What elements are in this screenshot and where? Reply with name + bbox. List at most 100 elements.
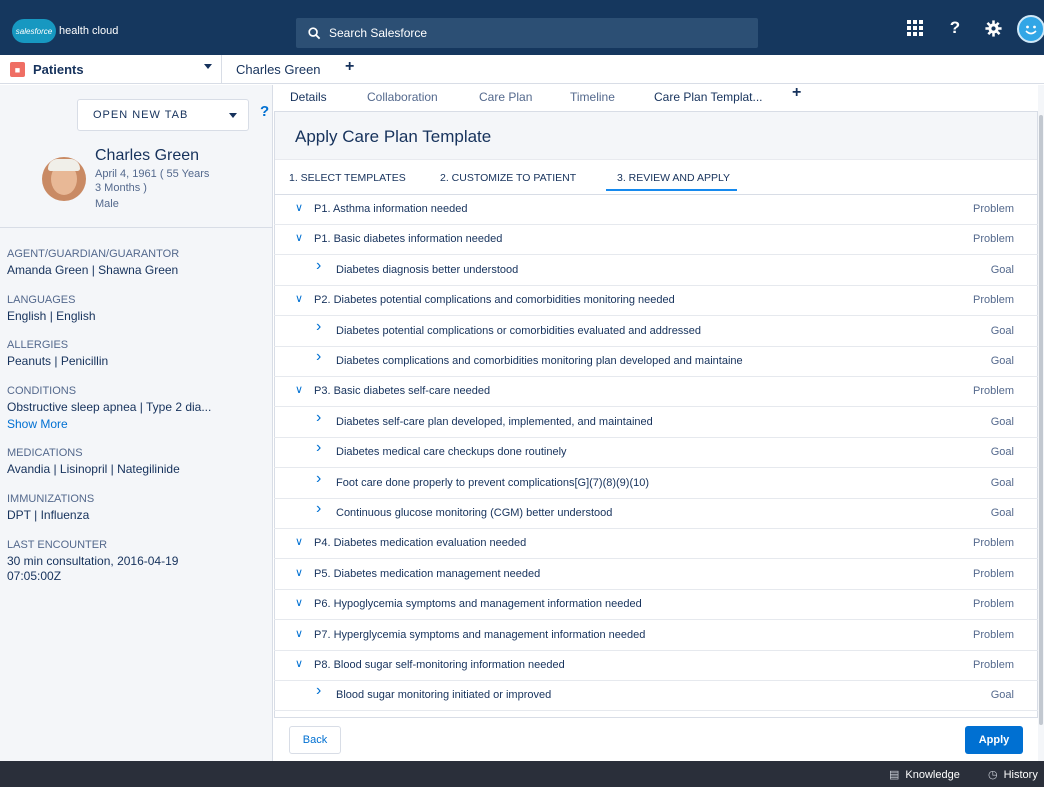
chevron-right-icon[interactable]: › <box>316 440 326 456</box>
global-search-input[interactable]: Search Salesforce <box>296 18 758 48</box>
row-label: P3. Basic diabetes self-care needed <box>314 385 491 398</box>
help-icon[interactable]: ? <box>946 18 964 37</box>
field-label-agent: AGENT/GUARDIAN/GUARANTOR <box>7 248 180 260</box>
chevron-down-icon <box>229 113 237 118</box>
row-type: Problem <box>973 233 1014 246</box>
row-label: Blood sugar monitoring initiated or impr… <box>336 689 552 702</box>
chevron-right-icon[interactable]: › <box>316 318 326 334</box>
scrollbar[interactable] <box>1038 85 1044 761</box>
patient-sidebar: OPEN NEW TAB ? Charles Green April 4, 19… <box>0 85 273 761</box>
row-type: Goal <box>990 355 1014 367</box>
goal-row[interactable]: › Blood sugar monitoring initiated or imp… <box>274 681 1038 712</box>
chevron-right-icon[interactable]: › <box>316 501 326 517</box>
book-icon: ▤ <box>889 769 900 781</box>
app-launcher-icon[interactable] <box>906 19 924 37</box>
setup-gear-icon[interactable] <box>984 19 1002 37</box>
user-avatar-icon[interactable] <box>1017 15 1044 43</box>
row-type: Goal <box>990 446 1014 459</box>
add-tab-icon[interactable]: + <box>345 58 354 76</box>
goal-row[interactable]: › Diabetes medical care checkups done rou… <box>274 438 1038 469</box>
problem-row[interactable]: ∨ P6. Hypoglycemia symptoms and managemen… <box>274 590 1038 621</box>
tab-timeline[interactable]: Timeline <box>570 90 615 104</box>
field-value-languages: English | English <box>7 309 96 323</box>
history-button[interactable]: ◷ History <box>988 768 1038 782</box>
workspace-tab-bar: ■ Patients Charles Green + <box>0 55 1044 84</box>
chevron-right-icon[interactable]: › <box>316 349 326 365</box>
problem-row[interactable]: ∨ P4. Diabetes medication evaluation need… <box>274 529 1038 560</box>
row-type: Problem <box>973 659 1014 671</box>
chevron-right-icon[interactable]: › <box>316 257 326 273</box>
chevron-down-icon[interactable]: ∨ <box>295 628 305 639</box>
row-type: Goal <box>990 263 1014 276</box>
problem-row[interactable]: ∨ P2. Diabetes potential complications an… <box>274 286 1038 317</box>
problem-row[interactable]: ∨ P1. Basic diabetes information needed Pr… <box>274 225 1038 256</box>
field-value-conditions: Obstructive sleep apnea | Type 2 dia... <box>7 400 212 414</box>
problem-row[interactable]: ∨ P1. Asthma information needed Problem <box>274 195 1038 225</box>
open-new-tab-button[interactable]: OPEN NEW TAB <box>77 99 249 131</box>
row-type: Goal <box>990 507 1014 519</box>
problem-row[interactable]: ∨ P7. Hyperglycemia symptoms and manageme… <box>274 621 1038 651</box>
record-tabs: Details Collaboration Care Plan Timeline… <box>274 84 1044 110</box>
chevron-down-icon[interactable]: ∨ <box>295 537 305 548</box>
row-type: Goal <box>990 476 1014 489</box>
field-label-allergies: ALLERGIES <box>7 339 69 351</box>
step-select-templates[interactable]: 1. SELECT TEMPLATES <box>289 172 406 184</box>
salesforce-logo[interactable]: salesforce health cloud <box>12 19 118 43</box>
goal-row[interactable]: › Diabetes diagnosis better understood Goa… <box>274 256 1038 286</box>
chevron-down-icon[interactable]: ∨ <box>295 598 305 609</box>
problem-row[interactable]: ∨ P5. Diabetes medication management need… <box>274 560 1038 590</box>
chevron-down-icon[interactable]: ∨ <box>295 294 305 305</box>
row-label: P8. Blood sugar self-monitoring informat… <box>314 659 565 671</box>
chevron-down-icon[interactable]: ∨ <box>295 203 305 214</box>
row-label: P4. Diabetes medication evaluation neede… <box>314 537 527 550</box>
clock-icon: ◷ <box>988 769 998 781</box>
tab-care-plan-template[interactable]: Care Plan Templat... <box>654 90 763 104</box>
patient-dob: April 4, 1961 ( 55 Years <box>95 168 210 180</box>
chevron-right-icon[interactable]: › <box>316 470 326 486</box>
tab-care-plan[interactable]: Care Plan <box>479 90 532 104</box>
field-value-medications: Avandia | Lisinopril | Nategilinide <box>7 462 180 476</box>
field-label-medications: MEDICATIONS <box>7 447 83 459</box>
workspace-tab-patients[interactable]: ■ Patients <box>0 55 222 84</box>
step-review-apply[interactable]: 3. REVIEW AND APPLY <box>617 172 730 184</box>
goal-row[interactable]: › Diabetes potential complications or com… <box>274 317 1038 347</box>
chevron-down-icon[interactable]: ∨ <box>295 659 305 670</box>
field-label-last-encounter: LAST ENCOUNTER <box>7 539 108 551</box>
patient-name: Charles Green <box>95 147 200 164</box>
chevron-down-icon[interactable] <box>204 64 212 69</box>
chevron-right-icon[interactable]: › <box>316 683 326 699</box>
goal-row[interactable]: › Diabetes self-care plan developed, impl… <box>274 408 1038 438</box>
chevron-down-icon[interactable]: ∨ <box>295 233 305 244</box>
field-value-allergies: Peanuts | Penicillin <box>7 354 109 368</box>
row-label: Continuous glucose monitoring (CGM) bett… <box>336 507 613 519</box>
goal-row[interactable]: › Diabetes complications and comorbiditie… <box>274 347 1038 377</box>
add-tab-icon[interactable]: + <box>792 84 801 102</box>
chevron-down-icon[interactable]: ∨ <box>295 567 305 578</box>
help-icon[interactable]: ? <box>260 103 269 120</box>
row-type: Problem <box>973 628 1014 641</box>
row-label: Foot care done properly to prevent compl… <box>336 476 650 489</box>
row-label: Diabetes diagnosis better understood <box>336 263 519 276</box>
row-type: Problem <box>973 537 1014 550</box>
goal-row[interactable]: › Foot care done properly to prevent comp… <box>274 469 1038 499</box>
back-button[interactable]: Back <box>289 726 341 754</box>
problem-row[interactable]: ∨ P3. Basic diabetes self-care needed Prob… <box>274 377 1038 408</box>
app-name: health cloud <box>59 25 119 37</box>
knowledge-button[interactable]: ▤ Knowledge <box>889 768 960 782</box>
show-more-link[interactable]: Show More <box>7 417 68 431</box>
row-label: P6. Hypoglycemia symptoms and management… <box>314 598 642 611</box>
step-customize[interactable]: 2. CUSTOMIZE TO PATIENT <box>440 172 576 184</box>
utility-bar: ▤ Knowledge ◷ History <box>0 761 1044 787</box>
tab-collaboration[interactable]: Collaboration <box>367 90 438 104</box>
subtab-charles-green[interactable]: Charles Green <box>236 62 321 77</box>
row-label: P2. Diabetes potential complications and… <box>314 294 675 307</box>
patient-avatar <box>42 157 86 201</box>
chevron-down-icon[interactable]: ∨ <box>295 385 305 396</box>
row-label: Diabetes potential complications or como… <box>336 324 702 337</box>
goal-row[interactable]: › Continuous glucose monitoring (CGM) bet… <box>274 499 1038 529</box>
row-type: Problem <box>973 385 1014 398</box>
problem-row[interactable]: ∨ P8. Blood sugar self-monitoring informa… <box>274 651 1038 681</box>
apply-button[interactable]: Apply <box>965 726 1023 754</box>
chevron-right-icon[interactable]: › <box>316 409 326 425</box>
tab-details[interactable]: Details <box>290 90 327 104</box>
